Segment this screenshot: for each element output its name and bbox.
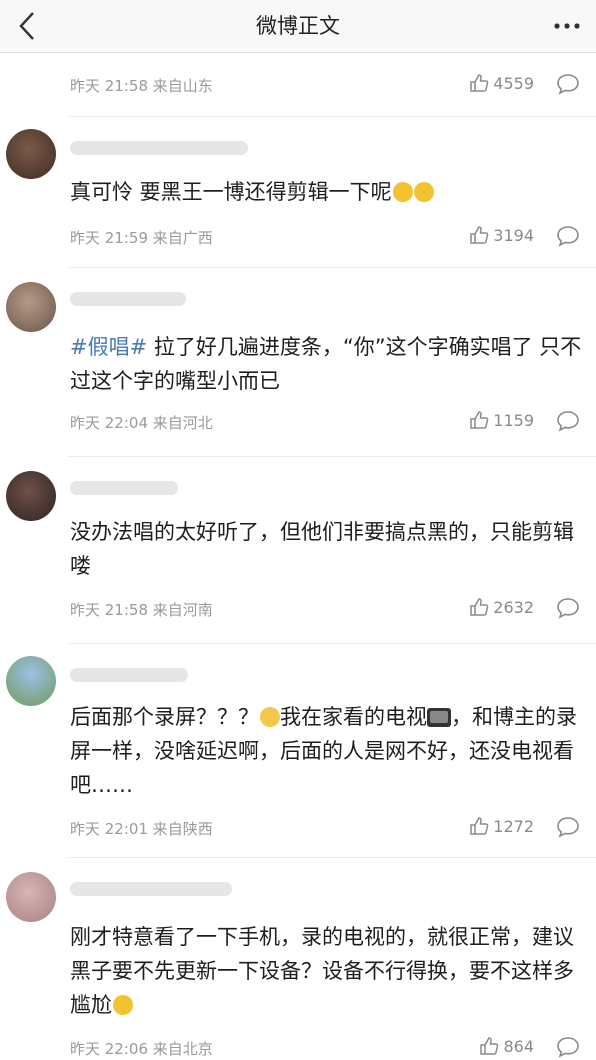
- like-button[interactable]: 2632: [469, 597, 534, 617]
- comment-text: 真可怜 要黑王一博还得剪辑一下呢: [70, 175, 582, 209]
- thumbs-up-icon: [470, 817, 489, 835]
- like-button[interactable]: 1159: [469, 410, 534, 430]
- more-button[interactable]: [552, 13, 582, 39]
- like-count: 1272: [493, 816, 534, 836]
- comment-meta: 昨天 21:58 来自山东: [70, 77, 213, 95]
- avatar[interactable]: [6, 872, 56, 922]
- thumbs-up-icon: [470, 74, 489, 92]
- like-button[interactable]: 4559: [469, 73, 534, 93]
- like-count: 864: [503, 1036, 534, 1056]
- hashtag-link[interactable]: #假唱#: [70, 335, 147, 359]
- reply-icon[interactable]: [556, 225, 580, 247]
- like-count: 4559: [493, 73, 534, 93]
- avatar[interactable]: [6, 282, 56, 332]
- thumbs-up-icon: [470, 226, 489, 244]
- like-button[interactable]: 864: [479, 1036, 534, 1056]
- comment-meta: 昨天 21:59 来自广西: [70, 229, 213, 247]
- sweat-smile-emoji: [392, 182, 413, 202]
- page-title: 微博正文: [256, 14, 340, 38]
- username-blurred[interactable]: [70, 882, 232, 896]
- laugh-cry-emoji: [113, 995, 133, 1015]
- thumbs-up-icon: [480, 1037, 499, 1055]
- comment-meta: 昨天 21:58 来自河南: [70, 601, 213, 619]
- comment-text: 刚才特意看了一下手机，录的电视的，就很正常，建议黑子要不先更新一下设备？设备不行…: [70, 925, 574, 1017]
- avatar[interactable]: [6, 656, 56, 706]
- comment-meta: 昨天 22:01 来自陕西: [70, 820, 213, 838]
- like-button[interactable]: 3194: [469, 225, 534, 245]
- comment-item: 刚才特意看了一下手机，录的电视的，就很正常，建议黑子要不先更新一下设备？设备不行…: [0, 858, 596, 1060]
- like-count: 3194: [493, 225, 534, 245]
- more-dots-icon: [554, 23, 580, 29]
- comment-item: 昨天 21:58 来自山东 4559: [0, 53, 596, 117]
- reply-icon[interactable]: [556, 1036, 580, 1058]
- comment-text: 没办法唱的太好听了，但他们非要搞点黑的，只能剪辑喽: [70, 520, 574, 578]
- thumbs-up-icon: [470, 598, 489, 616]
- reply-icon[interactable]: [556, 816, 580, 838]
- comment-meta: 昨天 22:04 来自河北: [70, 414, 213, 432]
- username-blurred[interactable]: [70, 481, 178, 495]
- tv-emoji: [427, 708, 451, 727]
- like-count: 1159: [493, 410, 534, 430]
- comment-text: 后面那个录屏？？？ 我在家看的电视 ，和博主的录屏一样，没啥延迟啊，后面的人是网不好…: [70, 705, 577, 797]
- top-navigation-bar: 微博正文: [0, 0, 596, 53]
- reply-icon[interactable]: [556, 410, 580, 432]
- username-blurred[interactable]: [70, 141, 248, 155]
- comment-item: 后面那个录屏？？？ 我在家看的电视 ，和博主的录屏一样，没啥延迟啊，后面的人是网不好…: [0, 644, 596, 857]
- comment-item: 没办法唱的太好听了，但他们非要搞点黑的，只能剪辑喽 昨天 21:58 来自河南 …: [0, 457, 596, 643]
- like-count: 2632: [493, 597, 534, 617]
- thinking-emoji: [260, 707, 280, 727]
- comment-text: #假唱# 拉了好几遍进度条，“你”这个字确实唱了 只不过这个字的嘴型小而已: [70, 335, 582, 393]
- comment-item: 真可怜 要黑王一博还得剪辑一下呢 昨天 21:59 来自广西 3194: [0, 117, 596, 267]
- username-blurred[interactable]: [70, 668, 188, 682]
- comment-item: #假唱# 拉了好几遍进度条，“你”这个字确实唱了 只不过这个字的嘴型小而已 昨天…: [0, 268, 596, 456]
- reply-icon[interactable]: [556, 597, 580, 619]
- reply-icon[interactable]: [556, 73, 580, 95]
- avatar[interactable]: [6, 129, 56, 179]
- comment-meta: 昨天 22:06 来自北京: [70, 1040, 213, 1058]
- avatar[interactable]: [6, 471, 56, 521]
- thumbs-up-icon: [470, 411, 489, 429]
- username-blurred[interactable]: [70, 292, 186, 306]
- sweat-smile-emoji: [413, 182, 434, 202]
- like-button[interactable]: 1272: [469, 816, 534, 836]
